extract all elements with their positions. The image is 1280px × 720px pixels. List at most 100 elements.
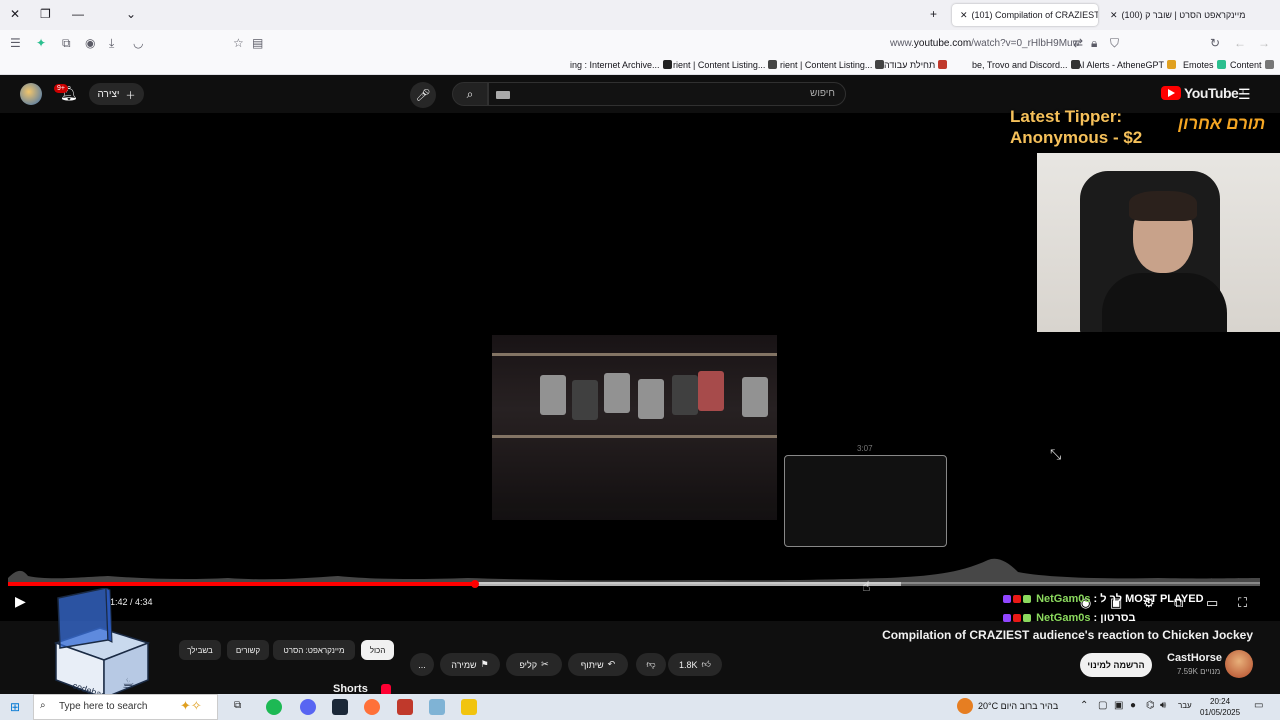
taskbar-clock[interactable]: 20:24 01/05/2025: [1200, 696, 1240, 718]
account-icon[interactable]: ◉: [85, 36, 95, 50]
volume-icon[interactable]: 🔊︎: [1160, 700, 1166, 711]
close-window-icon[interactable]: ✕: [10, 7, 20, 21]
task-view-icon[interactable]: ⧉: [234, 700, 241, 711]
share-button[interactable]: שיתוף ↶: [568, 653, 628, 676]
chat-message: NetGam0s : בסרטון: [1003, 609, 1204, 628]
share-label: שיתוף: [580, 659, 604, 670]
codebase-logo: codebase ☕︎: [53, 588, 151, 700]
sub-badge-icon: [1003, 614, 1011, 622]
forward-icon[interactable]: ←: [1234, 36, 1246, 50]
bookmark-favicon-icon: [1216, 60, 1226, 69]
taskbar-weather[interactable]: 20°C בהיר ברוב היום: [978, 701, 1058, 711]
seek-preview-thumbnail: [784, 455, 947, 547]
spotify-icon[interactable]: [266, 699, 282, 715]
chip-minecraft-movie[interactable]: מיינקראפט: הסרט: [273, 640, 355, 660]
app-menu-icon[interactable]: ☰: [10, 36, 21, 50]
notifications-icon[interactable]: ▭: [1254, 700, 1263, 711]
chat-username: NetGam0s: [1036, 612, 1091, 624]
network-icon[interactable]: ⌬: [1146, 700, 1155, 711]
theater-mode-icon[interactable]: ▭: [1206, 595, 1218, 611]
channel-name[interactable]: CastHorse: [1167, 652, 1222, 664]
save-button[interactable]: שמירה ⚑: [440, 653, 500, 676]
bookmark-item[interactable]: Content: [1230, 60, 1274, 70]
youtube-logo[interactable]: YouTube IL: [1161, 85, 1246, 101]
file-explorer-icon[interactable]: [461, 699, 477, 715]
language-indicator[interactable]: עבר: [1178, 701, 1192, 710]
tray-app-icon[interactable]: ▢: [1098, 700, 1107, 711]
subscribe-button[interactable]: הרשמה למינוי: [1080, 653, 1152, 677]
keyboard-icon[interactable]: [496, 91, 510, 99]
tray-app-icon[interactable]: ▣: [1114, 700, 1123, 711]
minimize-window-icon[interactable]: —: [72, 7, 84, 21]
tab-active[interactable]: ✕ (101) Compilation of CRAZIEST: [952, 4, 1098, 26]
progress-scrubber-handle[interactable]: [470, 580, 479, 588]
shield-icon[interactable]: ⛉: [1110, 36, 1119, 51]
miniplayer-icon[interactable]: ⤡: [1050, 446, 1061, 463]
extensions-puzzle-icon[interactable]: ⧉: [62, 36, 71, 51]
back-icon[interactable]: →: [1258, 36, 1270, 50]
bookmark-item[interactable]: תחילת עבודה: [884, 60, 948, 70]
restore-window-icon[interactable]: ❐: [40, 7, 51, 21]
clock-time: 20:24: [1210, 697, 1231, 706]
new-tab-icon[interactable]: +: [930, 7, 937, 21]
chip-related[interactable]: קשורים: [227, 640, 269, 660]
clip-button[interactable]: קליפ ✂: [506, 653, 562, 676]
bookmark-icon: ⚑: [480, 659, 489, 669]
obs-red-icon[interactable]: [397, 699, 413, 715]
chevron-down-icon[interactable]: ⌄: [126, 7, 136, 21]
video-player[interactable]: ⤡: [0, 113, 1280, 621]
downloads-icon[interactable]: ⤓: [109, 36, 114, 51]
url-bar[interactable]: www.youtube.com/watch?v=0_rHlbH9Muw: [890, 38, 1080, 49]
bookmark-item[interactable]: ing : Internet Archive...: [570, 60, 672, 70]
avatar[interactable]: [20, 83, 42, 105]
channel-avatar[interactable]: [1225, 650, 1253, 678]
play-icon[interactable]: ▶: [15, 593, 26, 610]
close-tab-icon[interactable]: ✕: [1110, 10, 1118, 21]
extension-icon[interactable]: ✦: [36, 36, 46, 50]
close-tab-icon[interactable]: ✕: [960, 10, 968, 21]
chip-all[interactable]: הכול: [361, 640, 394, 660]
lock-icon[interactable]: 🔒︎: [1091, 36, 1097, 51]
fullscreen-icon[interactable]: ⛶: [1238, 595, 1247, 611]
hamburger-menu-icon[interactable]: ☰: [1238, 86, 1251, 103]
discord-icon[interactable]: [300, 699, 316, 715]
latest-tipper-overlay: Latest Tipper: Anonymous - $2: [1010, 106, 1142, 148]
reload-icon[interactable]: ↻: [1210, 36, 1220, 50]
create-label: יצירה: [97, 88, 120, 100]
like-button[interactable]: 1.8K 👍︎: [668, 653, 722, 676]
bookmark-item[interactable]: rient | Content Listing...: [673, 60, 778, 70]
reader-view-icon[interactable]: ▤: [252, 36, 263, 50]
search-icon: ⌕: [466, 86, 474, 101]
steam-icon[interactable]: [332, 699, 348, 715]
more-actions-button[interactable]: ...: [410, 653, 434, 676]
sparkle-icon[interactable]: ✦✧: [180, 698, 202, 714]
windows-start-icon[interactable]: ⊞: [10, 700, 20, 714]
search-input[interactable]: חיפוש: [488, 82, 846, 106]
search-button[interactable]: ⌕: [452, 82, 488, 106]
video-title: Compilation of CRAZIEST audience's react…: [882, 628, 1253, 642]
svg-text:☕︎: ☕︎: [122, 676, 135, 692]
create-button[interactable]: יצירה ＋: [89, 83, 144, 105]
tray-app-icon[interactable]: ●: [1130, 700, 1136, 711]
notepad-icon[interactable]: [429, 699, 445, 715]
firefox-icon[interactable]: [364, 699, 380, 715]
dislike-button[interactable]: 👎︎: [636, 653, 666, 676]
permissions-icon[interactable]: ⇄: [1073, 36, 1083, 50]
emote-badge-icon: [1023, 595, 1031, 603]
voice-search-mic-icon[interactable]: 🎤︎: [410, 82, 436, 108]
bookmark-item[interactable]: Emotes: [1183, 60, 1226, 70]
bookmark-favicon-icon: [938, 60, 948, 69]
bookmark-star-icon[interactable]: ☆: [233, 36, 244, 50]
notification-badge: 9+: [54, 84, 68, 93]
tray-chevron-up-icon[interactable]: ⌃: [1080, 700, 1088, 711]
pocket-icon[interactable]: ◡: [133, 36, 143, 50]
bookmark-item[interactable]: rient | Content Listing...: [780, 60, 885, 70]
bookmark-item[interactable]: AI Alerts - AtheneGPT: [1076, 60, 1177, 70]
chip-for-you[interactable]: בשבילך: [179, 640, 221, 660]
clip-label: קליפ: [519, 659, 538, 670]
bookmark-item[interactable]: be, Trovo and Discord...: [972, 60, 1080, 70]
tab-inactive[interactable]: ✕ (100) מיינקראפט הסרט | שובר ק: [1102, 4, 1252, 26]
clock-date: 01/05/2025: [1200, 708, 1241, 717]
youtube-play-logo-icon: [1161, 86, 1181, 100]
thumbs-up-icon: 👍︎: [701, 659, 711, 669]
